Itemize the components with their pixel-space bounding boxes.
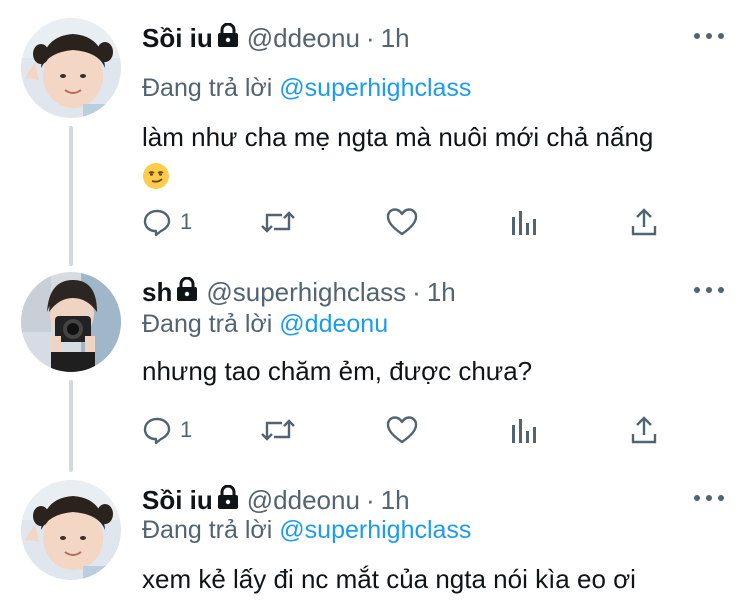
retweet-icon [260, 207, 296, 237]
tweet-text: nhưng tao chăm ẻm, được chưa? [142, 352, 532, 390]
separator: · [412, 276, 421, 307]
replying-to-label: Đang trả lời [142, 516, 273, 544]
timestamp[interactable]: 1h [427, 277, 456, 308]
lock-icon [217, 22, 239, 54]
avatar[interactable] [21, 272, 121, 372]
tweet-text: xem kẻ lấy đi nc mắt của ngta nói kìa eo… [142, 560, 636, 598]
more-dots-icon[interactable] [694, 490, 724, 506]
reply-button[interactable]: 1 [142, 410, 192, 450]
smirking-face-emoji [142, 162, 170, 200]
heart-icon [386, 207, 418, 237]
handle[interactable]: @ddeonu [247, 23, 360, 54]
replying-to-label: Đang trả lời [142, 74, 273, 102]
tweet-text-line: làm như cha mẹ ngta mà nuôi mới chả nấng [142, 122, 654, 152]
retweet-icon [260, 415, 296, 445]
tweet[interactable]: Sồi iu @ddeonu · 1h Đang trả lời @superh… [0, 18, 750, 258]
more-dots-icon[interactable] [694, 28, 724, 44]
lock-icon [176, 276, 198, 308]
child-portrait-avatar [21, 480, 121, 580]
tweet-header: sh @superhighclass · 1h [142, 272, 456, 312]
replying-to: Đang trả lời @superhighclass [142, 516, 471, 545]
avatar[interactable] [21, 480, 121, 580]
replying-to: Đang trả lời @ddeonu [142, 310, 388, 339]
analytics-icon [510, 207, 538, 237]
tweet-actions: 1 [142, 410, 682, 450]
like-button[interactable] [386, 202, 418, 242]
share-icon [630, 207, 658, 237]
display-name[interactable]: sh [142, 277, 172, 308]
analytics-button[interactable] [510, 202, 538, 242]
handle[interactable]: @ddeonu [247, 485, 360, 516]
share-button[interactable] [630, 202, 658, 242]
replying-to-label: Đang trả lời [142, 310, 273, 338]
avatar[interactable] [21, 18, 121, 118]
retweet-button[interactable] [260, 202, 296, 242]
display-name[interactable]: Sồi iu [142, 23, 213, 54]
heart-icon [386, 415, 418, 445]
like-button[interactable] [386, 410, 418, 450]
analytics-button[interactable] [510, 410, 538, 450]
analytics-icon [510, 415, 538, 445]
tweet-header: Sồi iu @ddeonu · 1h [142, 18, 410, 58]
mention-link[interactable]: @ddeonu [279, 310, 388, 338]
tweet[interactable]: Sồi iu @ddeonu · 1h Đang trả lời @superh… [0, 480, 750, 614]
retweet-button[interactable] [260, 410, 296, 450]
reply-count: 1 [180, 209, 193, 234]
camera-portrait-avatar [21, 272, 121, 372]
handle[interactable]: @superhighclass [206, 277, 406, 308]
reply-icon [142, 415, 172, 445]
mention-link[interactable]: @superhighclass [279, 74, 471, 102]
timestamp[interactable]: 1h [381, 23, 410, 54]
tweet[interactable]: sh @superhighclass · 1h Đang trả lời @dd… [0, 272, 750, 462]
timestamp[interactable]: 1h [381, 485, 410, 516]
tweet-header: Sồi iu @ddeonu · 1h [142, 480, 410, 520]
mention-link[interactable]: @superhighclass [279, 516, 471, 544]
reply-button[interactable]: 1 [142, 202, 192, 242]
replying-to: Đang trả lời @superhighclass [142, 74, 471, 103]
share-icon [630, 415, 658, 445]
tweet-actions: 1 [142, 202, 682, 242]
separator: · [365, 22, 375, 53]
more-dots-icon[interactable] [694, 282, 724, 298]
share-button[interactable] [630, 410, 658, 450]
display-name[interactable]: Sồi iu [142, 485, 213, 516]
tweet-text-line: xem kẻ lấy đi nc mắt của ngta nói kìa eo… [142, 564, 636, 594]
reply-count: 1 [180, 417, 193, 442]
tweet-text: làm như cha mẹ ngta mà nuôi mới chả nấng [142, 118, 653, 200]
reply-icon [142, 207, 172, 237]
tweet-text-line: nhưng tao chăm ẻm, được chưa? [142, 356, 533, 386]
child-portrait-avatar [21, 18, 121, 118]
separator: · [365, 484, 375, 515]
lock-icon [217, 484, 239, 516]
